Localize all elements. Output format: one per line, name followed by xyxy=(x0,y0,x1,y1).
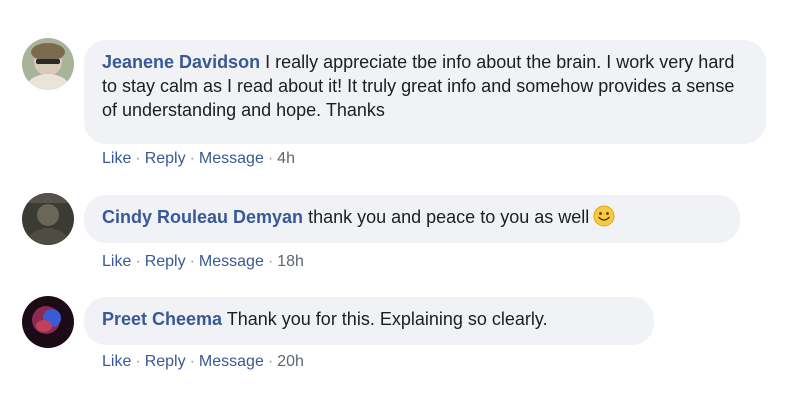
comment-actions: Like · Reply · Message · 18h xyxy=(102,252,304,272)
like-link[interactable]: Like xyxy=(102,253,131,270)
comment-author[interactable]: Preet Cheema xyxy=(102,309,222,329)
timestamp[interactable]: 18h xyxy=(277,253,304,270)
avatar[interactable] xyxy=(22,193,74,245)
reply-link[interactable]: Reply xyxy=(145,353,186,370)
comment-bubble: Jeanene Davidson I really appreciate tbe… xyxy=(84,40,766,144)
message-link[interactable]: Message xyxy=(199,253,264,270)
separator: · xyxy=(189,150,195,167)
comment-text: thank you and peace to you as well xyxy=(308,207,590,227)
smiley-emoji-icon xyxy=(593,205,615,227)
separator: · xyxy=(267,253,274,270)
avatar[interactable] xyxy=(22,38,74,90)
like-link[interactable]: Like xyxy=(102,353,131,370)
comment-actions: Like · Reply · Message · 4h xyxy=(102,149,295,169)
reply-link[interactable]: Reply xyxy=(145,150,186,167)
separator: · xyxy=(189,353,195,370)
avatar[interactable] xyxy=(22,296,74,348)
separator: · xyxy=(267,150,274,167)
reply-link[interactable]: Reply xyxy=(145,253,186,270)
comment-actions: Like · Reply · Message · 20h xyxy=(102,352,304,372)
message-link[interactable]: Message xyxy=(199,150,264,167)
comment-bubble: Preet Cheema Thank you for this. Explain… xyxy=(84,297,654,345)
comment-text: Thank you for this. Explaining so clearl… xyxy=(226,309,548,329)
separator: · xyxy=(135,150,141,167)
separator: · xyxy=(189,253,195,270)
separator: · xyxy=(135,353,141,370)
separator: · xyxy=(267,353,274,370)
like-link[interactable]: Like xyxy=(102,150,131,167)
timestamp[interactable]: 20h xyxy=(277,353,304,370)
comment-bubble: Cindy Rouleau Demyan thank you and peace… xyxy=(84,195,740,243)
comment-author[interactable]: Jeanene Davidson xyxy=(102,52,260,72)
comment-author[interactable]: Cindy Rouleau Demyan xyxy=(102,207,303,227)
separator: · xyxy=(135,253,141,270)
message-link[interactable]: Message xyxy=(199,353,264,370)
timestamp[interactable]: 4h xyxy=(277,150,295,167)
